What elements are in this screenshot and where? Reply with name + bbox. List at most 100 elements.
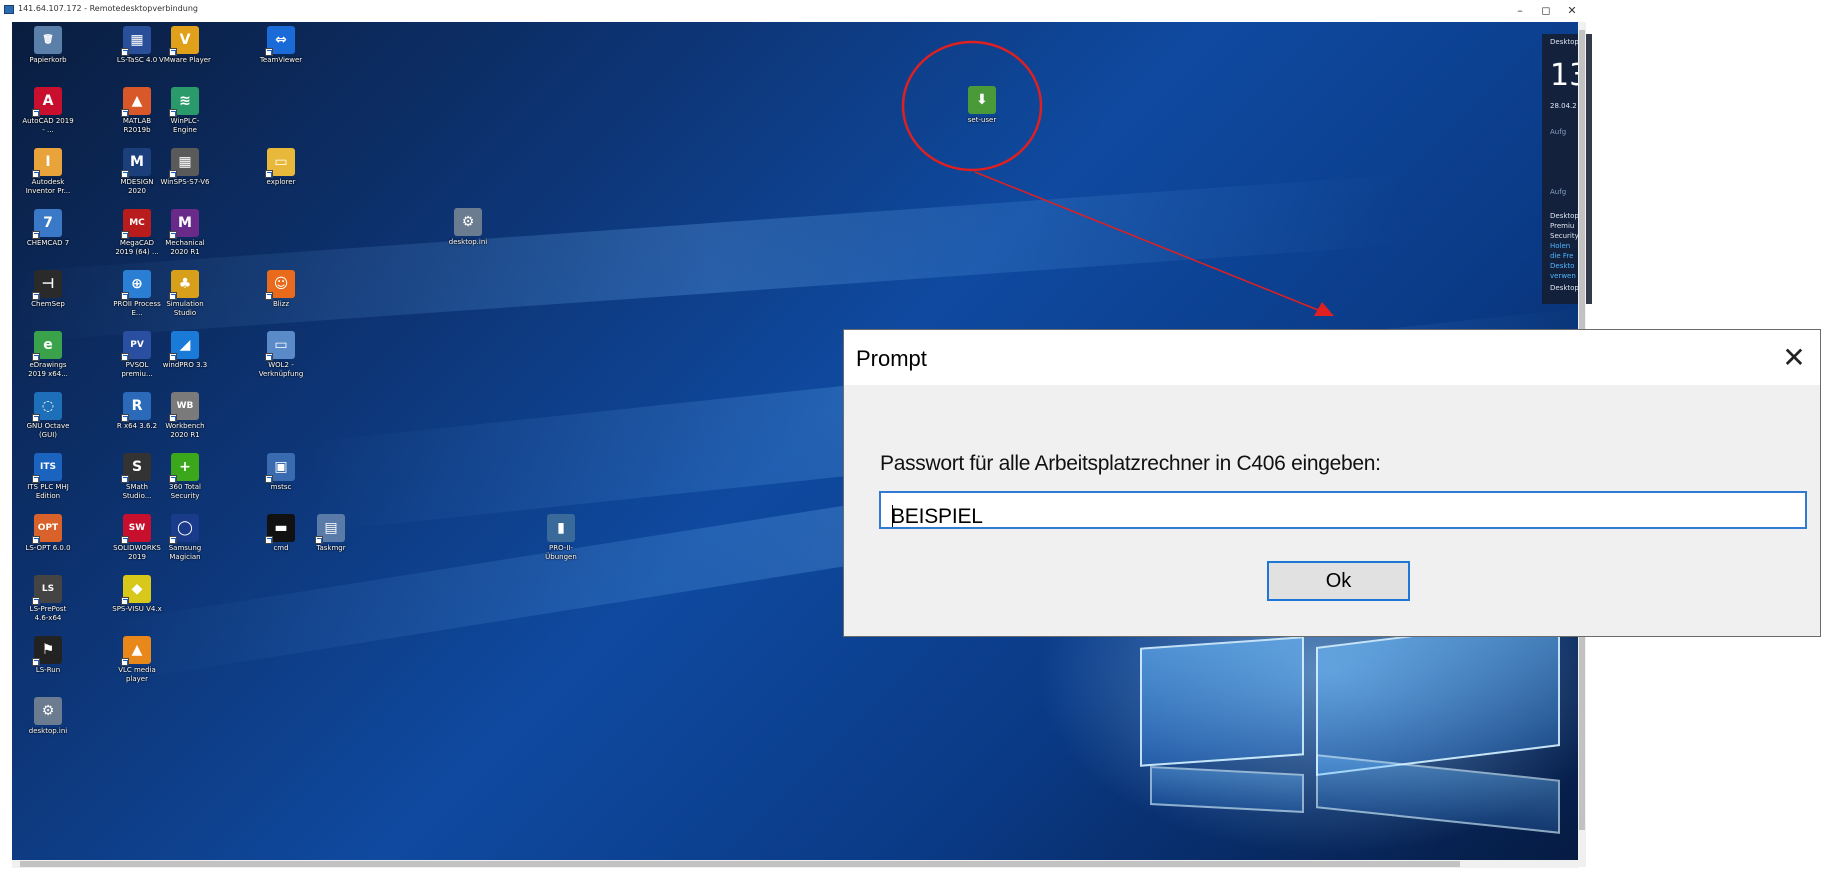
desktop-icon-label: PVSOL premiu...	[121, 361, 153, 378]
desktop-icon-label: SOLIDWORKS 2019	[113, 544, 161, 561]
desktop-icon-lsopt[interactable]: OPT LS-OPT 6.0.0	[22, 514, 74, 553]
dialog-titlebar[interactable]: Prompt ✕	[844, 330, 1820, 385]
desktop-icon-inventor[interactable]: I Autodesk Inventor Pr...	[22, 148, 74, 196]
desktop-icon-label: cmd	[273, 544, 289, 552]
edrawings-icon: e	[32, 331, 62, 361]
proii-icon: ⊕	[121, 270, 151, 300]
desktop-icon-explorer[interactable]: ▭ explorer	[255, 148, 307, 187]
desktop-icon-label: SPS-VISU V4.x	[112, 605, 162, 613]
shortcut-arrow-icon	[121, 658, 129, 666]
desktop-icon-mstsc[interactable]: ▣ mstsc	[255, 453, 307, 492]
megacad-icon: MC	[121, 209, 151, 239]
desktop-icon-lsrun[interactable]: ⚑ LS-Run	[22, 636, 74, 675]
desktop-icon-smath[interactable]: S SMath Studio...	[111, 453, 163, 501]
desktop-icon-wol2[interactable]: ▭ WOL2 - Verknüpfung	[255, 331, 307, 379]
desktop-icon-lsprepost[interactable]: LS LS-PrePost 4.6-x64	[22, 575, 74, 623]
proii-uebung-icon: ▮	[547, 514, 575, 542]
desktop-icon-label: TeamViewer	[259, 56, 303, 64]
side-panel-row[interactable]: die Fre	[1550, 252, 1573, 260]
dialog-close-button[interactable]: ✕	[1772, 336, 1816, 380]
desktop-icon-proii[interactable]: ⊕ PROII Process E...	[111, 270, 163, 318]
shortcut-arrow-icon	[169, 231, 177, 239]
desktop-icon-winsps[interactable]: ▦ WinSPS-S7-V6	[159, 148, 211, 187]
side-panel-row[interactable]: Holen	[1550, 242, 1570, 250]
desktop-icon-set-user[interactable]: ⬇ set-user	[956, 86, 1008, 125]
shortcut-arrow-icon	[265, 170, 273, 178]
desktop-icon-cmd[interactable]: ▬ cmd	[255, 514, 307, 553]
monitor-icon	[4, 5, 14, 14]
simstudio-icon: ♣	[169, 270, 199, 300]
desktop-icon-blizz[interactable]: ☺ Blizz	[255, 270, 307, 309]
password-input[interactable]: BEISPIEL	[879, 491, 1807, 529]
desktop-icon-label: LS-PrePost 4.6-x64	[29, 605, 67, 622]
desktop-icon-octave[interactable]: ◌ GNU Octave (GUI)	[22, 392, 74, 440]
side-panel-row[interactable]: Aufg	[1550, 128, 1566, 136]
desktop-icon-edrawings[interactable]: e eDrawings 2019 x64...	[22, 331, 74, 379]
shortcut-arrow-icon	[121, 475, 129, 483]
desktop-icon-windpro[interactable]: ◢ windPRO 3.3	[159, 331, 211, 370]
side-panel-row[interactable]: Deskto	[1550, 262, 1574, 270]
desktop-icon-vmware[interactable]: V VMware Player	[159, 26, 211, 65]
desktop-icon-desktopini2[interactable]: ⚙ desktop.ini	[442, 208, 494, 247]
cmd-icon: ▬	[265, 514, 295, 544]
minimize-button[interactable]: –	[1508, 3, 1532, 19]
desktop-icon-desktopini1[interactable]: ⚙ desktop.ini	[22, 697, 74, 736]
desktop-icon-rx64[interactable]: RR x64 3.6.2	[111, 392, 163, 431]
horizontal-scrollbar[interactable]	[12, 860, 1578, 868]
wallpaper-streak	[12, 174, 1412, 342]
desktop-icon-simstudio[interactable]: ♣ Simulation Studio	[159, 270, 211, 318]
desktop-icon-solidworks[interactable]: SW SOLIDWORKS 2019	[111, 514, 163, 562]
desktopini1-icon: ⚙	[34, 697, 62, 725]
desktop-icon-label: PROII Process E...	[113, 300, 161, 317]
desktop-icon-mdesign[interactable]: M MDESIGN 2020	[111, 148, 163, 196]
vmware-icon: V	[169, 26, 199, 56]
desktop-icon-mechanical[interactable]: M Mechanical 2020 R1	[159, 209, 211, 257]
desktop-icon-label: Taskmgr	[316, 544, 346, 552]
shortcut-arrow-icon	[169, 536, 177, 544]
shortcut-arrow-icon	[32, 658, 40, 666]
desktop-icon-vlc[interactable]: ▲ VLC media player	[111, 636, 163, 684]
shortcut-arrow-icon	[121, 414, 129, 422]
desktop-icon-label: Mechanical 2020 R1	[165, 239, 205, 256]
side-panel-row: Desktop	[1550, 284, 1579, 292]
desktop-icon-lstasc[interactable]: ▦ LS-TaSC 4.0	[111, 26, 163, 65]
close-button[interactable]: ✕	[1560, 3, 1584, 19]
desktop-icon-pvsol[interactable]: PV PVSOL premiu...	[111, 331, 163, 379]
side-panel-row[interactable]: Aufg	[1550, 188, 1566, 196]
desktop-icon-megacad[interactable]: MC MegaCAD 2019 (64) ...	[111, 209, 163, 257]
desktop-icon-autocad[interactable]: A AutoCAD 2019 - ...	[22, 87, 74, 135]
desktop-icon-label: LS-TaSC 4.0	[116, 56, 158, 64]
ok-button[interactable]: Ok	[1267, 561, 1410, 601]
desktop-icon-chemsep[interactable]: ⊣ ChemSep	[22, 270, 74, 309]
text-caret	[892, 505, 893, 527]
horizontal-scroll-thumb[interactable]	[20, 861, 1460, 867]
shortcut-arrow-icon	[169, 109, 177, 117]
desktop-icon-totalsec[interactable]: +360 Total Security	[159, 453, 211, 501]
desktop-icon-proii-uebung[interactable]: ▮ PRO-II-Übungen	[535, 514, 587, 562]
desktop-icon-itsplc[interactable]: ITS ITS PLC MHJ Edition	[22, 453, 74, 501]
desktop-icon-label: WinPLC-Engine	[170, 117, 200, 134]
desktop-icon-workbench[interactable]: WB Workbench 2020 R1	[159, 392, 211, 440]
desktop-icon-winplc[interactable]: ≋ WinPLC-Engine	[159, 87, 211, 135]
matlab-icon: ▲	[121, 87, 151, 117]
desktop-icon-label: Autodesk Inventor Pr...	[25, 178, 71, 195]
desktop-icon-chemcad[interactable]: 7 CHEMCAD 7	[22, 209, 74, 248]
teamviewer-icon: ⇔	[265, 26, 295, 56]
shortcut-arrow-icon	[169, 292, 177, 300]
desktop-icon-label: VMware Player	[159, 56, 211, 64]
shortcut-arrow-icon	[265, 475, 273, 483]
vlc-icon: ▲	[121, 636, 151, 666]
shortcut-arrow-icon	[169, 475, 177, 483]
desktop-icon-samsung[interactable]: ◯ Samsung Magician	[159, 514, 211, 562]
maximize-button[interactable]: ◻	[1534, 3, 1558, 19]
desktop-icon-spsvisu[interactable]: ◆ SPS-VISU V4.x	[111, 575, 163, 614]
winsps-icon: ▦	[169, 148, 199, 178]
desktop-icon-label: set-user	[967, 116, 997, 124]
desktop-icon-label: windPRO 3.3	[162, 361, 208, 369]
desktop-icon-papierkorb[interactable]: 🗑 Papierkorb	[22, 26, 74, 65]
lsopt-icon: OPT	[32, 514, 62, 544]
side-panel-row[interactable]: verwen	[1550, 272, 1576, 280]
desktop-icon-teamviewer[interactable]: ⇔ TeamViewer	[255, 26, 307, 65]
desktop-icon-taskmgr[interactable]: ▤ Taskmgr	[305, 514, 357, 553]
desktop-icon-matlab[interactable]: ▲ MATLAB R2019b	[111, 87, 163, 135]
